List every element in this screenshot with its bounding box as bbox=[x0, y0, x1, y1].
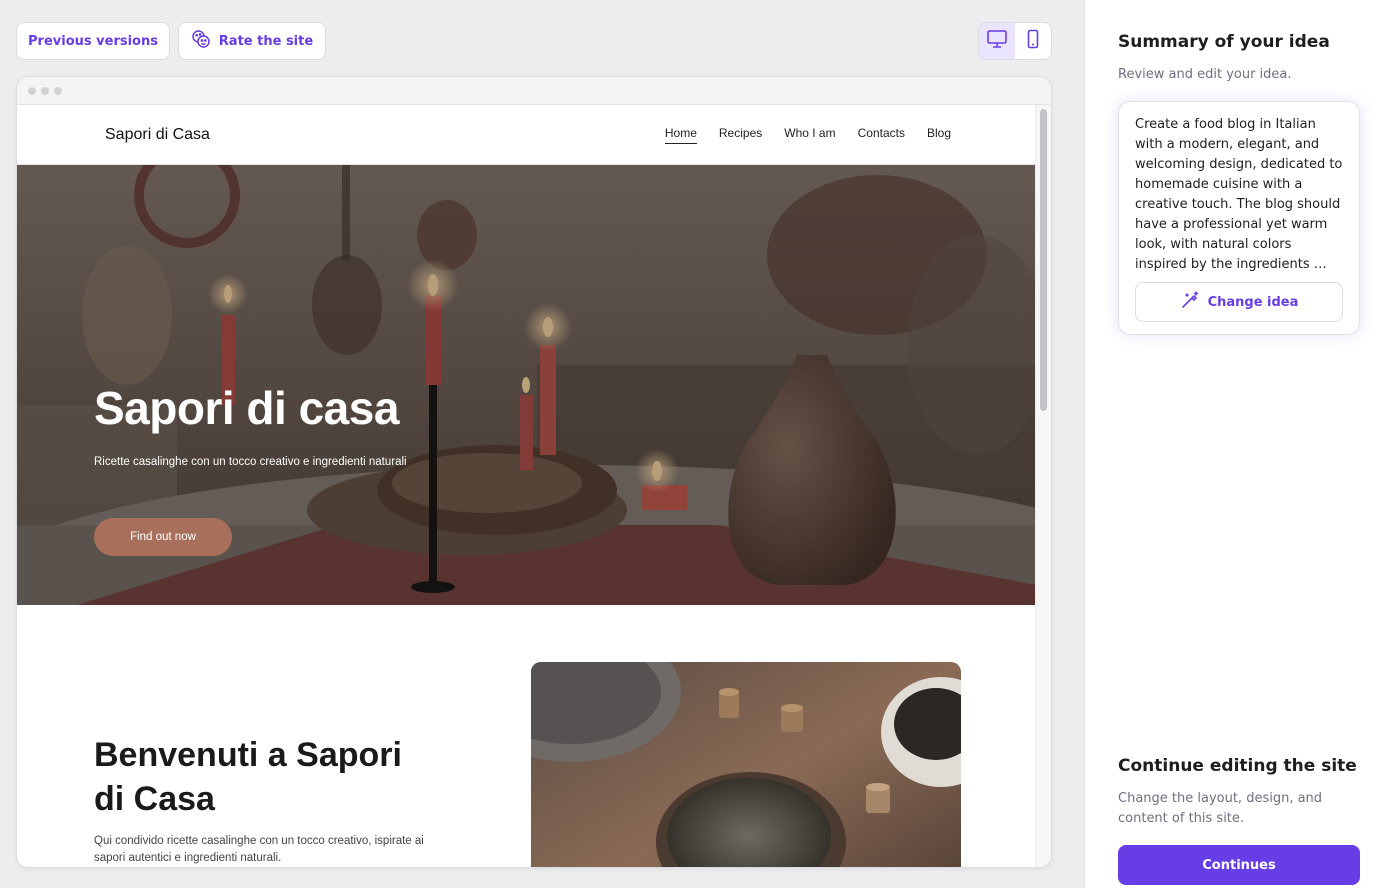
welcome-title: Benvenuti a Sapori di Casa bbox=[94, 736, 402, 818]
site-preview-frame: Sapori di Casa Home Recipes Who I am Con… bbox=[16, 76, 1052, 868]
nav-recipes[interactable]: Recipes bbox=[719, 126, 762, 144]
summary-title: Summary of your idea bbox=[1118, 32, 1330, 52]
welcome-section: Benvenuti a Sapori di Casa Qui condivido… bbox=[17, 605, 1037, 867]
browser-bar bbox=[17, 77, 1051, 105]
mobile-view-button[interactable] bbox=[1015, 23, 1051, 59]
find-out-now-button[interactable]: Find out now bbox=[94, 517, 232, 556]
nav-who-i-am[interactable]: Who I am bbox=[784, 126, 835, 144]
continues-button[interactable]: Continues bbox=[1118, 845, 1360, 885]
continue-title: Continue editing the site bbox=[1118, 756, 1357, 776]
summary-subtitle: Review and edit your idea. bbox=[1118, 67, 1292, 82]
continue-subtitle: Change the layout, design, and content o… bbox=[1118, 791, 1323, 826]
nav-blog[interactable]: Blog bbox=[927, 126, 951, 144]
previous-versions-button[interactable]: Previous versions bbox=[16, 22, 170, 60]
change-idea-label: Change idea bbox=[1207, 294, 1299, 310]
preview-scrollbar[interactable] bbox=[1035, 105, 1051, 867]
site-nav: Home Recipes Who I am Contacts Blog bbox=[664, 126, 951, 144]
smiley-faces-icon bbox=[191, 29, 211, 53]
idea-panel: Summary of your idea Review and edit you… bbox=[1084, 0, 1383, 888]
change-idea-button[interactable]: Change idea bbox=[1135, 282, 1343, 322]
scrollbar-thumb[interactable] bbox=[1040, 109, 1047, 411]
nav-contacts[interactable]: Contacts bbox=[858, 126, 905, 144]
desktop-view-button[interactable] bbox=[979, 23, 1015, 59]
hero-section: Sapori di casa Ricette casalinghe con un… bbox=[17, 165, 1037, 605]
site-logo[interactable]: Sapori di Casa bbox=[105, 126, 210, 144]
rate-site-label: Rate the site bbox=[218, 33, 314, 49]
desktop-icon bbox=[986, 29, 1008, 53]
hero-content: Sapori di casa Ricette casalinghe con un… bbox=[94, 383, 407, 556]
idea-text: Create a food blog in Italian with a mod… bbox=[1135, 117, 1343, 272]
window-dot bbox=[41, 86, 49, 95]
window-dot bbox=[54, 86, 62, 95]
welcome-text: Qui condivido ricette casalinghe con un … bbox=[94, 835, 424, 864]
mobile-icon bbox=[1026, 29, 1040, 53]
idea-card: Create a food blog in Italian with a mod… bbox=[1118, 101, 1360, 335]
nav-home[interactable]: Home bbox=[664, 126, 697, 144]
rate-site-button[interactable]: Rate the site bbox=[178, 22, 326, 60]
herbs-image bbox=[531, 662, 961, 867]
previous-versions-label: Previous versions bbox=[28, 33, 158, 49]
window-dot bbox=[28, 86, 36, 95]
hero-subtitle: Ricette casalinghe con un tocco creativo… bbox=[94, 455, 407, 468]
site-viewport: Sapori di Casa Home Recipes Who I am Con… bbox=[17, 105, 1037, 867]
hero-title: Sapori di casa bbox=[94, 382, 399, 434]
device-toggle bbox=[978, 22, 1052, 60]
site-header: Sapori di Casa Home Recipes Who I am Con… bbox=[17, 105, 1037, 165]
magic-wand-icon bbox=[1180, 290, 1200, 314]
